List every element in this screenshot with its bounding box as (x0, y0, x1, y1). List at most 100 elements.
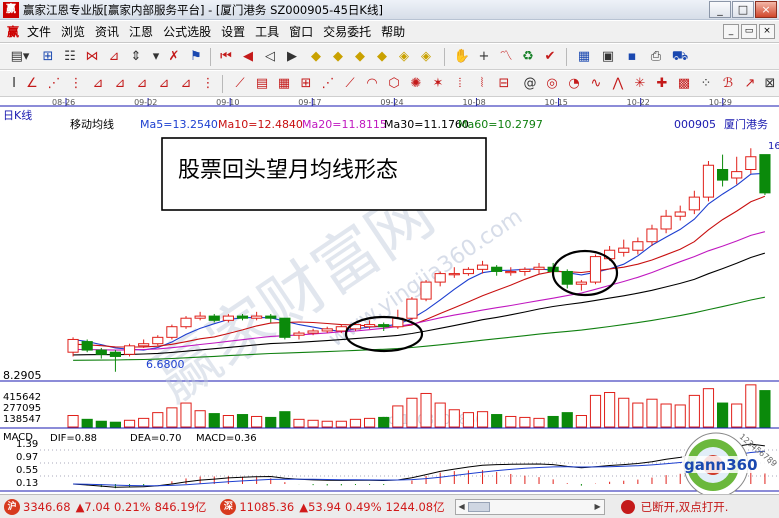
menu-formula[interactable]: 公式选股 (158, 21, 216, 43)
candle-body (279, 317, 291, 338)
kline-chart[interactable]: 08-26 09-02 09-10 09-17 09-24 10-08 10-15 10-22… (0, 98, 779, 498)
up-arrow-icon[interactable]: ⇕ (126, 47, 146, 67)
status-scrollbar[interactable]: ◀ ▶ (454, 498, 605, 515)
arrow-tool-icon[interactable]: ↗ (740, 74, 760, 94)
gann-wheel-icon[interactable]: ✺ (406, 74, 426, 94)
eraser-icon[interactable]: ✗ (164, 47, 184, 67)
connection-status[interactable]: 已断开,双点打开. (641, 499, 729, 515)
cross-hair-icon[interactable]: ✚ (652, 74, 672, 94)
gann-arc-icon[interactable]: ◠ (362, 74, 382, 94)
indicator-icon[interactable]: ⋈ (82, 47, 102, 67)
check-icon[interactable]: ✔ (540, 47, 560, 67)
recycle-icon[interactable]: ♻ (518, 47, 538, 67)
menu-trade[interactable]: 交易委托 (318, 21, 376, 43)
time-cycle-icon[interactable]: ⦙ (450, 74, 470, 94)
square-icon[interactable]: ⊿ (132, 74, 152, 94)
hand-icon[interactable]: ✋ (452, 47, 472, 67)
angle-tool-icon[interactable]: ∠ (22, 74, 42, 94)
wave-tool-icon[interactable]: ∿ (586, 74, 606, 94)
prev-icon[interactable]: ◀ (238, 47, 258, 67)
wave-icon[interactable]: ⊿ (154, 74, 174, 94)
grid-icon-2[interactable]: ◈ (416, 47, 436, 67)
grid-tool-icon[interactable]: ⋮ (66, 74, 86, 94)
zigzag-icon[interactable]: 〽 (496, 47, 516, 67)
truck-icon[interactable]: ⛟ (670, 47, 690, 67)
k-chart-icon[interactable]: ⊞ (38, 47, 58, 67)
app-logo-icon: 赢 (3, 1, 19, 18)
menu-gann[interactable]: 江恩 (124, 21, 158, 43)
line-tool-icon[interactable]: ⊿ (104, 47, 124, 67)
gann-star-icon[interactable]: ✶ (428, 74, 448, 94)
grid-overlay-icon[interactable]: ▩ (674, 74, 694, 94)
minimize-button[interactable]: _ (709, 1, 731, 18)
diamond-icon-3[interactable]: ◆ (350, 47, 370, 67)
period-select-icon[interactable]: ▤▾ (6, 47, 34, 67)
ellipse-tool-icon[interactable]: ◎ (542, 74, 562, 94)
menu-browse[interactable]: 浏览 (56, 21, 90, 43)
time-window-icon[interactable]: ⦚ (472, 74, 492, 94)
scroll-right-icon[interactable]: ▶ (592, 500, 604, 514)
volume-bar (688, 394, 700, 428)
dots-icon[interactable]: ⁘ (696, 74, 716, 94)
menu-settings[interactable]: 设置 (216, 21, 250, 43)
menu-file[interactable]: 文件 (22, 21, 56, 43)
grid-icon[interactable]: ◈ (394, 47, 414, 67)
zigzag-tool-icon[interactable]: ⋀ (608, 74, 628, 94)
pitchfork-icon[interactable]: ⟋ (230, 74, 250, 94)
volume-bar (589, 394, 602, 428)
time-grid-icon[interactable]: ⊟ (494, 74, 514, 94)
date-tick-label: 10-22 (627, 98, 650, 107)
down-arrow-icon[interactable]: ▾ (146, 47, 166, 67)
candle-body (335, 326, 347, 332)
menu-window[interactable]: 窗口 (284, 21, 318, 43)
fibonacci-icon[interactable]: ⊿ (176, 74, 196, 94)
macd-axis-3: 0.55 (16, 465, 38, 476)
gann-box-icon[interactable]: ▤ (252, 74, 272, 94)
gann-grid-icon[interactable]: ⊞ (296, 74, 316, 94)
gann-hex-icon[interactable]: ⬡ (384, 74, 404, 94)
candle-body (194, 315, 206, 319)
mdi-minimize-button[interactable]: _ (723, 24, 739, 39)
calendar-icon[interactable]: ▦ (574, 47, 594, 67)
candle-body (660, 215, 672, 230)
diamond-icon-2[interactable]: ◆ (328, 47, 348, 67)
print-icon[interactable]: ⎙ (646, 47, 666, 67)
mdi-restore-button[interactable]: ▭ (741, 24, 757, 39)
gann-fan-icon-2[interactable]: ⋰ (318, 74, 338, 94)
plus-icon[interactable]: + (474, 47, 494, 67)
save-icon[interactable]: ▪ (622, 47, 642, 67)
spiral-icon[interactable]: ⊿ (110, 74, 130, 94)
diamond-icon[interactable]: ◆ (306, 47, 326, 67)
candle-body (434, 273, 446, 283)
calculator-icon[interactable]: ▣ (598, 47, 618, 67)
mdi-close-button[interactable]: × (759, 24, 775, 39)
circle-icon[interactable]: ⋮ (198, 74, 218, 94)
box-tool-icon[interactable]: ⊿ (88, 74, 108, 94)
close-button[interactable]: × (755, 1, 777, 18)
menu-tools[interactable]: 工具 (250, 21, 284, 43)
sh-index-amount: 846.19亿 (154, 499, 207, 514)
gann-fan-icon[interactable]: ⋰ (44, 74, 64, 94)
diamond-icon-4[interactable]: ◆ (372, 47, 392, 67)
delete-tool-icon[interactable]: ⊠ (760, 74, 779, 94)
text-tool-icon[interactable]: ℬ (718, 74, 738, 94)
chart-area[interactable]: 08-26 09-02 09-10 09-17 09-24 10-08 10-15 10-22… (0, 98, 779, 498)
cross-tool-icon[interactable]: ☷ (60, 47, 80, 67)
maximize-button[interactable]: □ (732, 1, 754, 18)
star-tool-icon[interactable]: ✳ (630, 74, 650, 94)
cursor-tool-icon[interactable]: I (4, 74, 24, 94)
spiral-tool-icon[interactable]: @ (520, 74, 540, 94)
macd-panel (73, 443, 766, 489)
gann-square-icon[interactable]: ▦ (274, 74, 294, 94)
fan-tool-icon[interactable]: ◔ (564, 74, 584, 94)
back-icon[interactable]: ◁ (260, 47, 280, 67)
flag-icon[interactable]: ⚑ (186, 47, 206, 67)
scroll-thumb[interactable] (467, 501, 490, 512)
volume-bar (476, 411, 489, 428)
menu-info[interactable]: 资讯 (90, 21, 124, 43)
first-icon[interactable]: ⏮ (216, 47, 236, 67)
forward-icon[interactable]: ▶ (282, 47, 302, 67)
gann-angle-icon[interactable]: ⟋ (340, 74, 360, 94)
scroll-left-icon[interactable]: ◀ (456, 500, 468, 514)
menu-help[interactable]: 帮助 (376, 21, 410, 43)
